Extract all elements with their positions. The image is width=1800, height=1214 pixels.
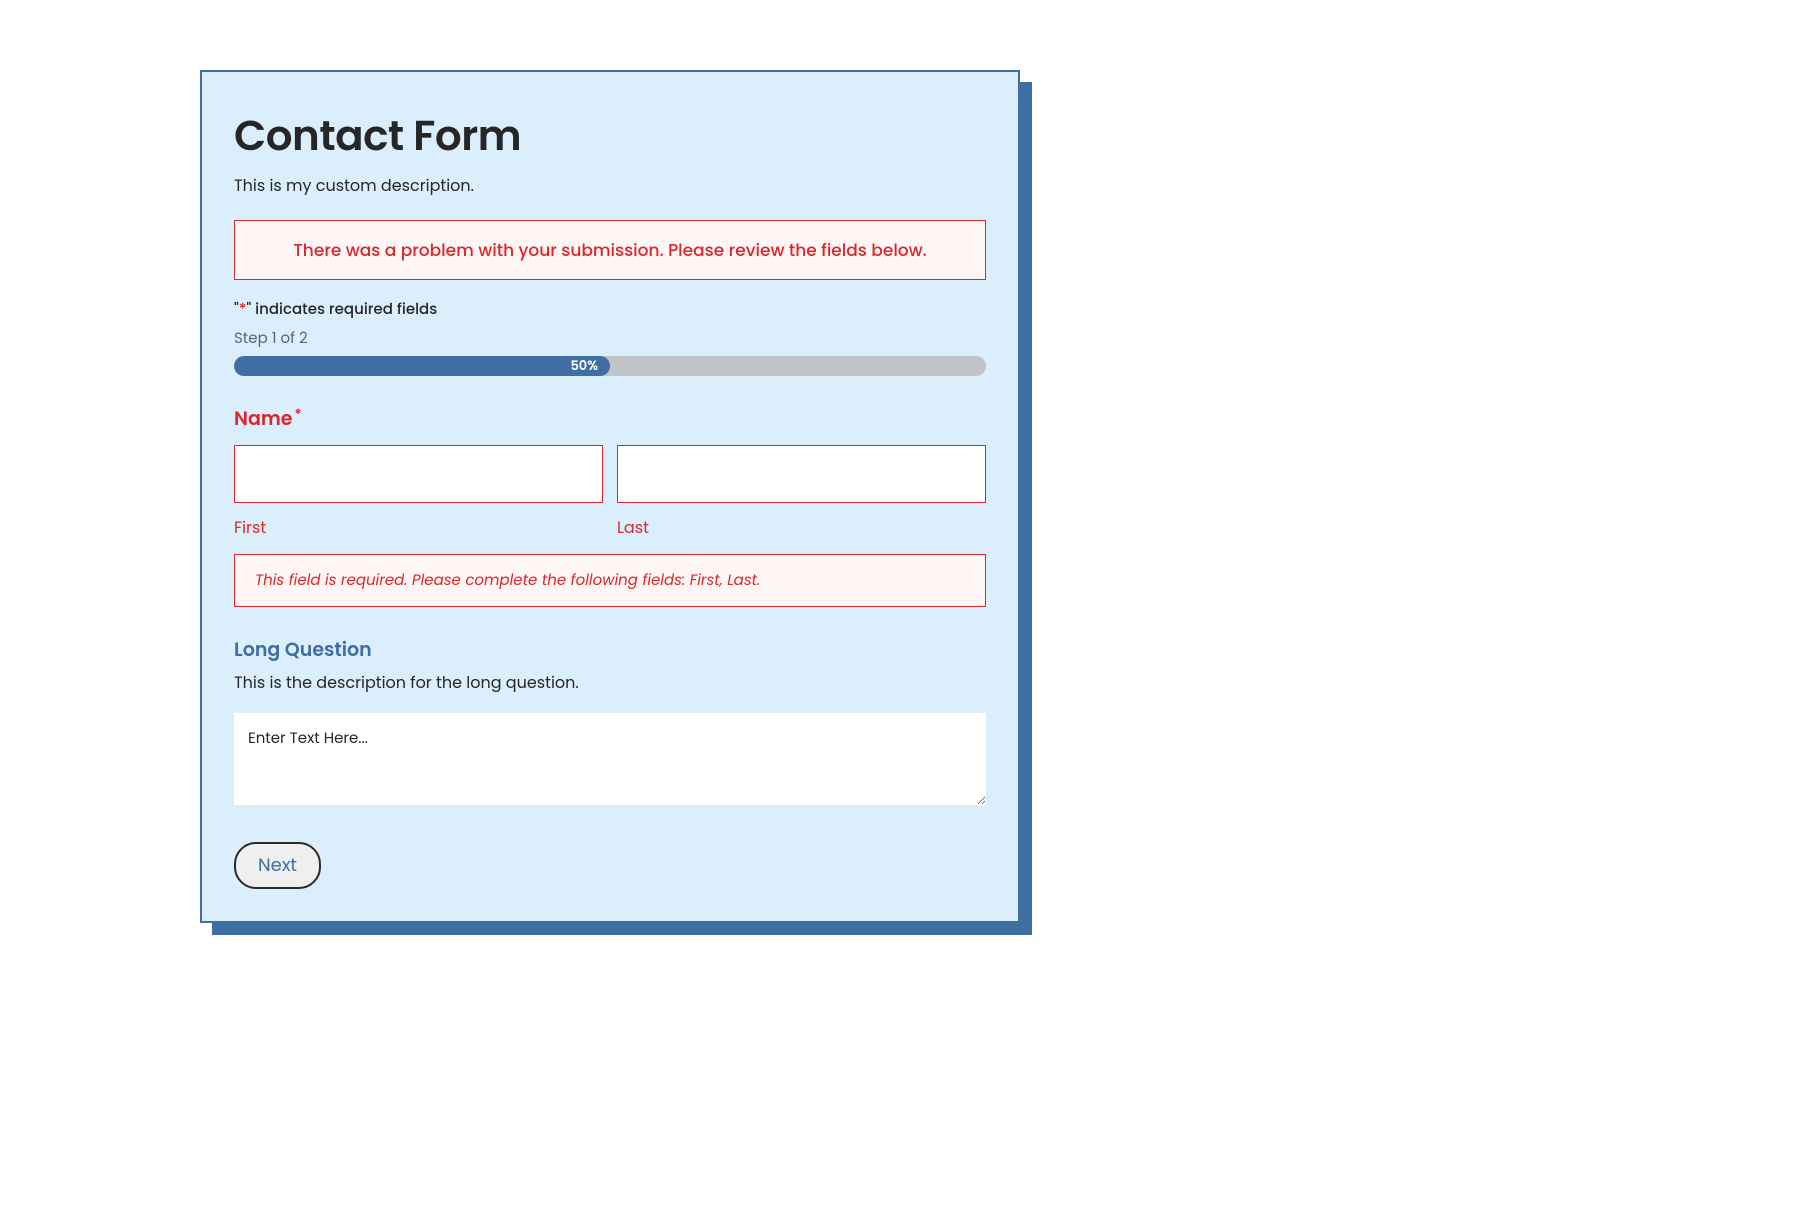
last-name-column: Last [617, 445, 986, 540]
name-row: First Last [234, 445, 986, 540]
step-indicator: Step 1 of 2 [234, 327, 986, 350]
name-field-error: This field is required. Please complete … [234, 554, 986, 607]
first-name-column: First [234, 445, 603, 540]
last-name-input[interactable] [617, 445, 986, 503]
name-required-asterisk-icon: * [294, 404, 301, 424]
form-wrapper: Contact Form This is my custom descripti… [200, 70, 1020, 923]
long-question-label: Long Question [234, 635, 986, 664]
form-title: Contact Form [234, 104, 986, 167]
form-container: Contact Form This is my custom descripti… [200, 70, 1020, 923]
last-name-sublabel: Last [617, 515, 986, 540]
progress-bar: 50% [234, 356, 986, 376]
next-button[interactable]: Next [234, 842, 321, 889]
long-question-textarea[interactable] [234, 713, 986, 805]
error-banner: There was a problem with your submission… [234, 220, 986, 280]
progress-fill: 50% [234, 356, 610, 376]
name-label-text: Name [234, 405, 292, 432]
name-field-label: Name* [234, 404, 986, 433]
progress-percent-text: 50% [570, 356, 598, 376]
first-name-sublabel: First [234, 515, 603, 540]
long-question-description: This is the description for the long que… [234, 670, 986, 695]
required-note-suffix: " indicates required fields [246, 299, 437, 320]
form-description: This is my custom description. [234, 173, 986, 198]
required-fields-note: "*" indicates required fields [234, 298, 986, 321]
first-name-input[interactable] [234, 445, 603, 503]
